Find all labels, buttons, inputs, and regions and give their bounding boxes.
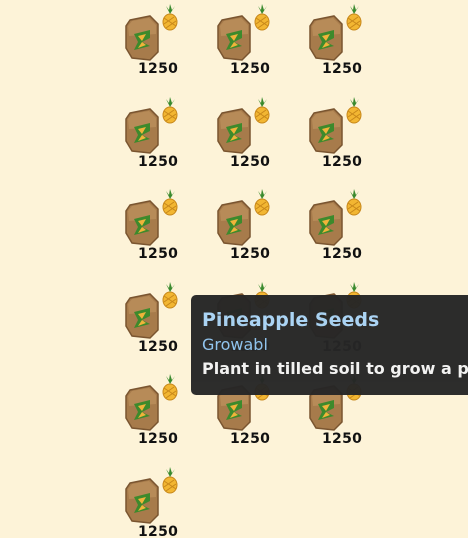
pineapple-seed-bag-icon — [125, 4, 178, 61]
inventory-slot[interactable]: 1250 — [308, 97, 388, 177]
pineapple-seed-bag-icon — [125, 467, 178, 524]
inventory-slot[interactable]: 1250 — [124, 467, 204, 538]
item-price: 1250 — [138, 524, 179, 538]
pineapple-seed-bag-icon — [309, 4, 362, 61]
item-price: 1250 — [322, 431, 363, 447]
inventory-slot[interactable]: 1250 — [124, 189, 204, 269]
item-price: 1250 — [138, 61, 179, 77]
item-tooltip: Pineapple Seeds Growabl Plant in tilled … — [191, 295, 468, 395]
pineapple-seed-bag-icon — [309, 97, 362, 154]
item-price: 1250 — [230, 61, 271, 77]
item-price: 1250 — [230, 154, 271, 170]
item-price: 1250 — [138, 246, 179, 262]
item-price: 1250 — [138, 431, 179, 447]
pineapple-seed-bag-icon — [125, 189, 178, 246]
inventory-slot[interactable]: 1250 — [216, 189, 296, 269]
tooltip-item-type: Growabl — [202, 335, 268, 354]
inventory-slot[interactable]: 1250 — [216, 4, 296, 84]
pineapple-seed-bag-icon — [217, 97, 270, 154]
inventory-grid: 1250 1250 1250 1250 1250 1250 1250 1250 … — [0, 0, 468, 538]
pineapple-seed-bag-icon — [217, 4, 270, 61]
pineapple-seed-bag-icon — [217, 189, 270, 246]
item-price: 1250 — [230, 246, 271, 262]
item-price: 1250 — [138, 339, 179, 355]
pineapple-seed-bag-icon — [125, 374, 178, 431]
inventory-slot[interactable]: 1250 — [124, 97, 204, 177]
inventory-slot[interactable]: 1250 — [124, 4, 204, 84]
tooltip-title: Pineapple Seeds — [202, 309, 380, 331]
item-price: 1250 — [230, 431, 271, 447]
item-price: 1250 — [138, 154, 179, 170]
inventory-slot[interactable]: 1250 — [308, 4, 388, 84]
inventory-slot[interactable]: 1250 — [308, 189, 388, 269]
inventory-slot[interactable]: 1250 — [216, 97, 296, 177]
item-price: 1250 — [322, 61, 363, 77]
pineapple-seed-bag-icon — [125, 282, 178, 339]
pineapple-seed-bag-icon — [309, 189, 362, 246]
item-price: 1250 — [322, 154, 363, 170]
tooltip-description: Plant in tilled soil to grow a pinea — [202, 359, 468, 378]
pineapple-seed-bag-icon — [125, 97, 178, 154]
item-price: 1250 — [322, 246, 363, 262]
